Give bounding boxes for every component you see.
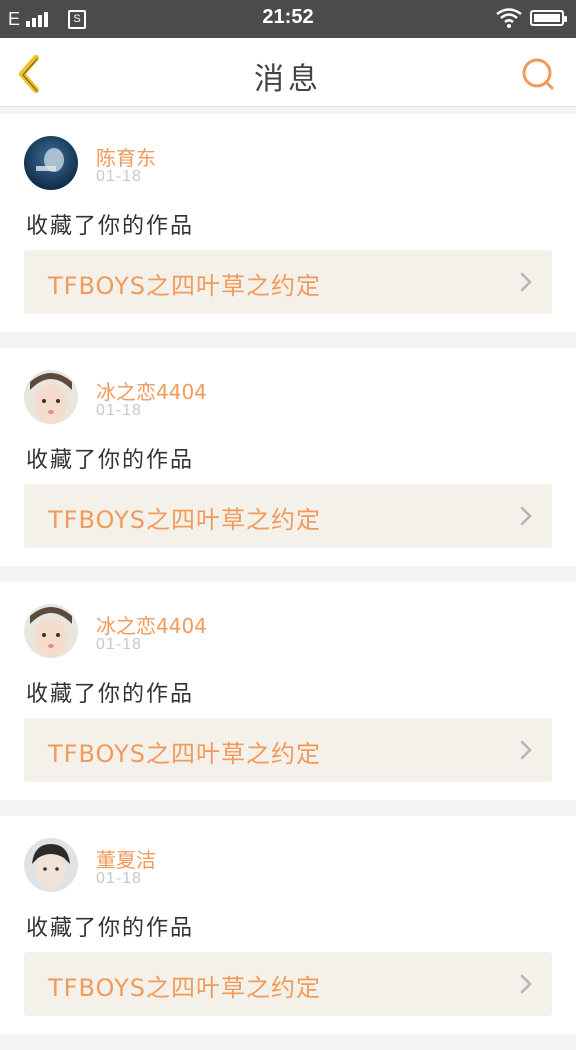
clock: 21:52 [262, 6, 314, 28]
action-text: 收藏了你的作品 [26, 916, 195, 941]
avatar-image [24, 838, 78, 892]
username[interactable]: 董夏洁 [96, 844, 156, 873]
timestamp: 01-18 [96, 636, 142, 653]
chevron-right-icon [520, 740, 532, 760]
avatar[interactable] [24, 136, 78, 190]
status-bar: E S 21:52 [0, 0, 576, 38]
chevron-right-icon [520, 506, 532, 526]
work-link[interactable]: TFBOYS之四叶草之约定 [24, 718, 552, 782]
username[interactable]: 冰之恋4404 [96, 610, 207, 639]
status-right [496, 8, 567, 28]
avatar-image [24, 604, 78, 658]
timestamp: 01-18 [96, 168, 142, 185]
work-title: TFBOYS之四叶草之约定 [48, 506, 321, 534]
chevron-right-icon [520, 272, 532, 292]
action-text: 收藏了你的作品 [26, 682, 195, 707]
chevron-right-icon [520, 974, 532, 994]
timestamp: 01-18 [96, 870, 142, 887]
wifi-icon [496, 8, 522, 28]
avatar-image [24, 136, 78, 190]
message-item: 陈育东 01-18 收藏了你的作品 TFBOYS之四叶草之约定 [0, 114, 576, 332]
avatar-image [24, 370, 78, 424]
action-text: 收藏了你的作品 [26, 448, 195, 473]
work-link[interactable]: TFBOYS之四叶草之约定 [24, 250, 552, 314]
timestamp: 01-18 [96, 402, 142, 419]
avatar[interactable] [24, 370, 78, 424]
message-item: 董夏洁 01-18 收藏了你的作品 TFBOYS之四叶草之约定 [0, 816, 576, 1034]
battery-icon [530, 10, 567, 26]
work-title: TFBOYS之四叶草之约定 [48, 272, 321, 300]
page-title: 消息 [254, 62, 322, 97]
search-icon [522, 58, 554, 90]
work-title: TFBOYS之四叶草之约定 [48, 740, 321, 768]
action-text: 收藏了你的作品 [26, 214, 195, 239]
username[interactable]: 陈育东 [96, 142, 156, 171]
message-item: 冰之恋4404 01-18 收藏了你的作品 TFBOYS之四叶草之约定 [0, 348, 576, 566]
avatar[interactable] [24, 604, 78, 658]
nav-header: 消息 [0, 38, 576, 107]
message-list: 陈育东 01-18 收藏了你的作品 TFBOYS之四叶草之约定 冰之恋4404 … [0, 114, 576, 1050]
search-button[interactable] [520, 56, 556, 92]
work-title: TFBOYS之四叶草之约定 [48, 974, 321, 1002]
work-link[interactable]: TFBOYS之四叶草之约定 [24, 484, 552, 548]
avatar[interactable] [24, 838, 78, 892]
work-link[interactable]: TFBOYS之四叶草之约定 [24, 952, 552, 1016]
username[interactable]: 冰之恋4404 [96, 376, 207, 405]
message-item: 冰之恋4404 01-18 收藏了你的作品 TFBOYS之四叶草之约定 [0, 582, 576, 800]
battery-level [534, 14, 560, 22]
